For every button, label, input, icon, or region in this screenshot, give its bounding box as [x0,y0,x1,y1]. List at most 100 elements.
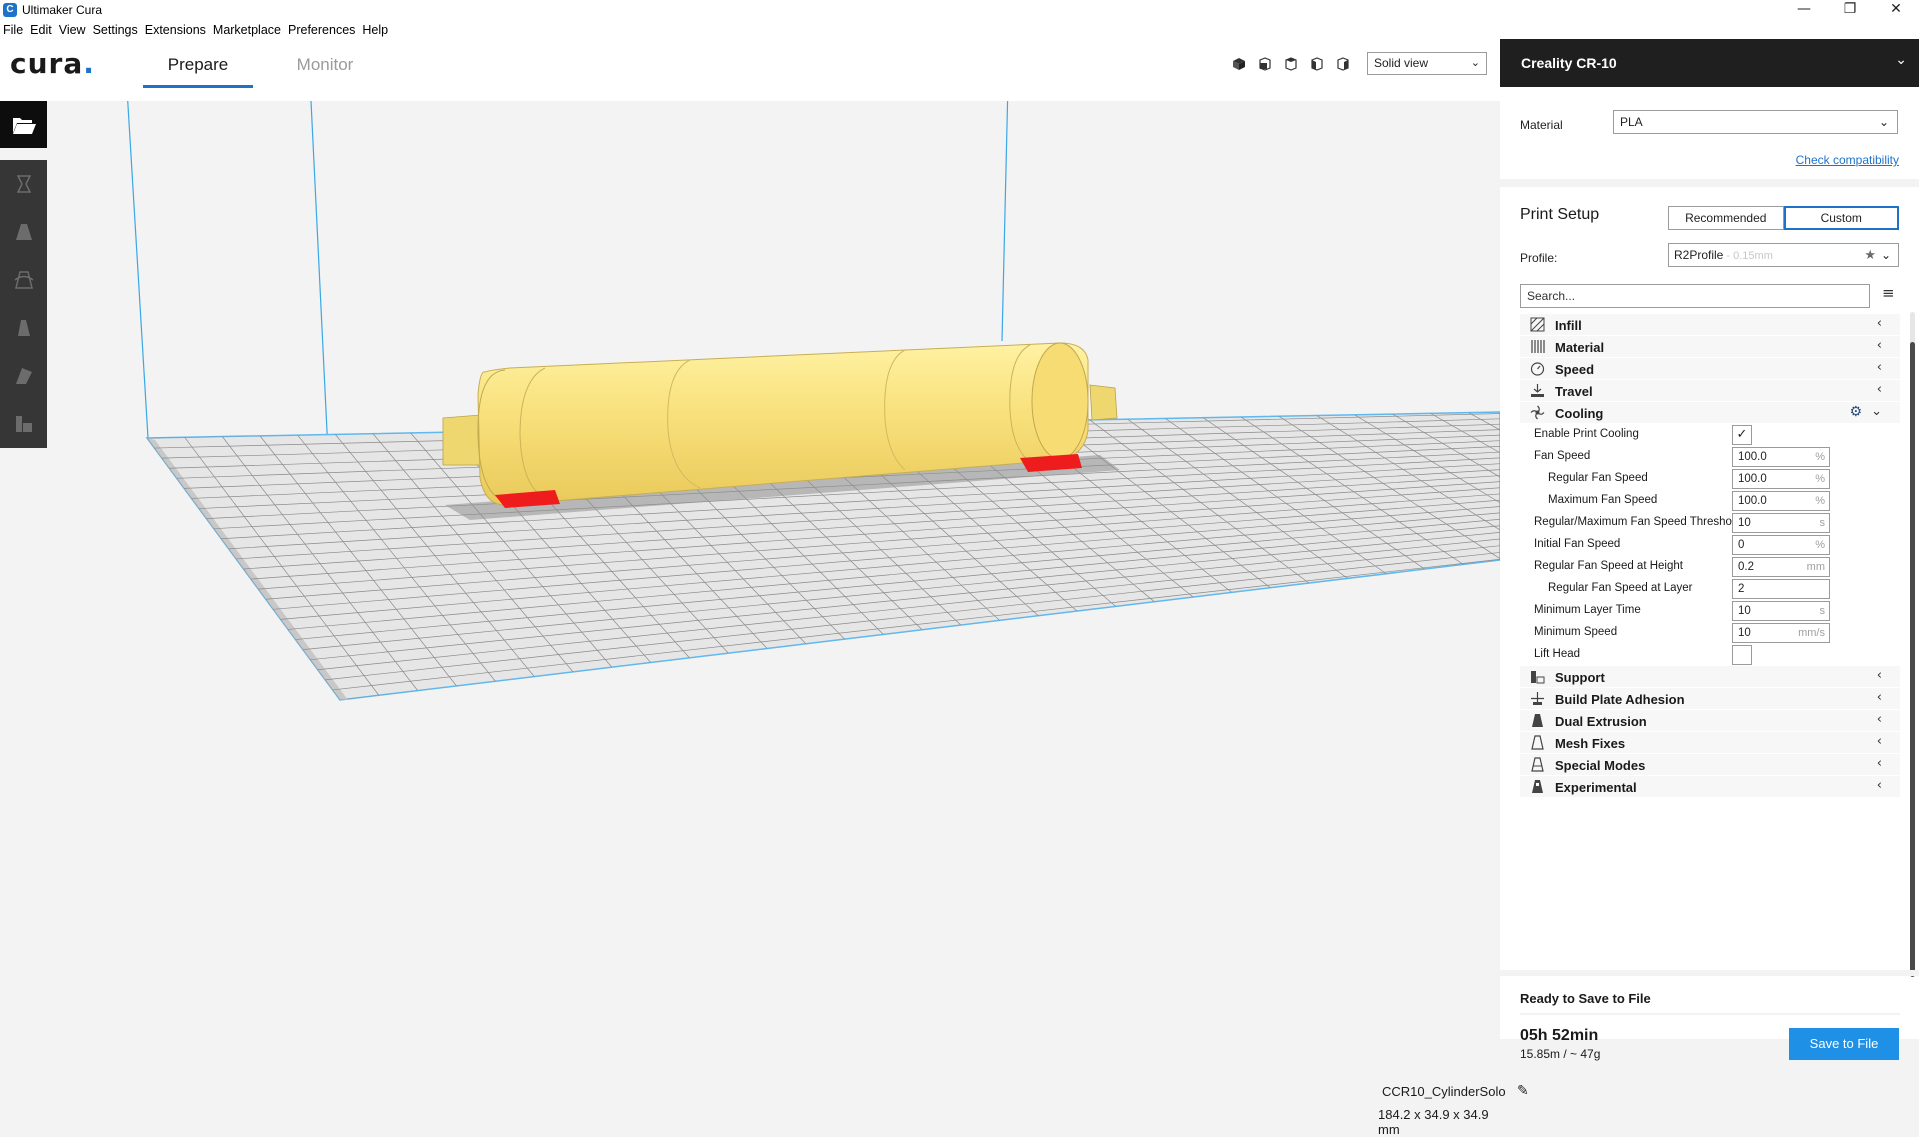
chevron-left-icon: ‹ [1877,668,1882,683]
setting-regular-maximum-fan-speed-threshold: Regular/Maximum Fan Speed Threshold10s [1520,512,1900,534]
category-material[interactable]: Material‹ [1520,336,1900,358]
view-mode-select[interactable]: Solid view⌄ [1367,52,1487,75]
translate-tool[interactable] [0,160,47,208]
category-special-modes[interactable]: Special Modes‹ [1520,754,1900,776]
model-dimensions: 184.2 x 34.9 x 34.9 mm [1378,1107,1500,1137]
setting-checkbox[interactable] [1732,645,1752,665]
print-settings-panel: Creality CR-10 ⌄ Material PLA⌄ Check com… [1500,39,1919,1039]
mirror-tool[interactable] [0,304,47,352]
setting-unit: % [1815,492,1825,510]
setting-value-input[interactable]: 10s [1732,513,1830,533]
category-build-plate-adhesion[interactable]: Build Plate Adhesion‹ [1520,688,1900,710]
open-file-button[interactable] [0,101,47,148]
setting-minimum-layer-time: Minimum Layer Time10s [1520,600,1900,622]
section-divider [1500,970,1919,976]
3d-view-icon[interactable] [1230,55,1248,73]
menu-help[interactable]: Help [359,23,392,37]
hamburger-menu-icon[interactable]: ≡ [1882,284,1895,302]
adhesion-icon [1530,691,1545,706]
setting-value-input[interactable]: 0.2mm [1732,557,1830,577]
build-volume-edge [1002,101,1009,341]
menu-file[interactable]: File [0,23,27,37]
cura-app-icon: C [3,3,17,17]
setup-mode-toggle: Recommended Custom [1668,206,1899,230]
rotate-icon [12,268,36,292]
setting-regular-fan-speed: Regular Fan Speed100.0% [1520,468,1900,490]
menu-marketplace[interactable]: Marketplace [210,23,285,37]
setting-label: Regular Fan Speed at Height [1534,560,1683,572]
category-label: Infill [1555,318,1582,333]
chevron-left-icon: ‹ [1877,778,1882,793]
scale-tool[interactable] [0,208,47,256]
minimize-button[interactable]: — [1781,0,1827,20]
category-experimental[interactable]: Experimental ‹ [1520,776,1900,798]
rotate-tool[interactable] [0,256,47,304]
gear-icon[interactable]: ⚙ [1849,404,1862,420]
setting-enable-print-cooling: Enable Print Cooling ✓ [1520,424,1900,446]
category-dual-extrusion[interactable]: Dual Extrusion‹ [1520,710,1900,732]
maximize-button[interactable]: ❐ [1827,0,1873,20]
folder-open-icon [11,114,37,136]
setting-label: Regular/Maximum Fan Speed Threshold [1534,516,1741,528]
category-travel[interactable]: Travel‹ [1520,380,1900,402]
category-mesh-fixes[interactable]: Mesh Fixes‹ [1520,732,1900,754]
custom-mode-button[interactable]: Custom [1784,206,1900,230]
close-button[interactable]: ✕ [1873,0,1919,20]
setting-label: Lift Head [1534,648,1580,660]
menu-preferences[interactable]: Preferences [285,23,359,37]
dual-extrusion-icon [1530,713,1545,728]
setting-value-input[interactable]: 10mm/s [1732,623,1830,643]
category-support[interactable]: Support‹ [1520,666,1900,688]
menu-edit[interactable]: Edit [27,23,56,37]
menu-view[interactable]: View [56,23,90,37]
support-icon [1530,669,1545,684]
setting-maximum-fan-speed: Maximum Fan Speed100.0% [1520,490,1900,512]
setting-checkbox[interactable]: ✓ [1732,425,1752,445]
profile-label: Profile: [1520,251,1557,265]
chevron-down-icon: ⌄ [1871,404,1882,419]
category-label: Experimental [1555,780,1637,795]
chevron-left-icon: ‹ [1877,756,1882,771]
menu-extensions[interactable]: Extensions [142,23,210,37]
check-compatibility-link[interactable]: Check compatibility [1796,153,1899,167]
setting-unit: mm/s [1798,624,1825,642]
chevron-down-icon: ⌄ [1879,111,1889,133]
setting-value-input[interactable]: 10s [1732,601,1830,621]
material-estimate: 15.85m / ~ 47g [1520,1047,1600,1061]
per-model-settings-tool[interactable] [0,352,47,400]
settings-search-input[interactable]: Search... [1520,284,1870,308]
profile-select[interactable]: R2Profile - 0.15mm ★ ⌄ [1668,243,1899,267]
category-cooling[interactable]: Cooling⚙⌄ [1520,402,1900,424]
setting-value-input[interactable]: 0% [1732,535,1830,555]
printer-selector[interactable]: Creality CR-10 ⌄ [1500,39,1919,87]
setting-value-input[interactable]: 100.0% [1732,491,1830,511]
print-setup-title: Print Setup [1520,206,1599,224]
setting-value-input[interactable]: 100.0% [1732,447,1830,467]
left-view-icon[interactable] [1308,55,1326,73]
support-blocker-tool[interactable] [0,400,47,448]
tab-prepare[interactable]: Prepare [143,55,253,75]
left-toolbar [0,101,47,448]
star-icon[interactable]: ★ [1864,244,1876,266]
setting-unit: s [1820,514,1826,532]
3d-viewport[interactable]: CCR10_CylinderSolo ✎ 184.2 x 34.9 x 34.9… [47,101,1500,1039]
setting-value-input[interactable]: 100.0% [1732,469,1830,489]
special-modes-icon [1530,757,1545,772]
infill-icon [1530,317,1545,332]
recommended-mode-button[interactable]: Recommended [1668,206,1784,230]
category-speed[interactable]: Speed‹ [1520,358,1900,380]
material-select[interactable]: PLA⌄ [1613,110,1898,134]
right-view-icon[interactable] [1334,55,1352,73]
chevron-left-icon: ‹ [1877,338,1882,353]
setting-label: Initial Fan Speed [1534,538,1620,550]
setting-value-input[interactable]: 2 [1732,579,1830,599]
category-infill[interactable]: Infill‹ [1520,314,1900,336]
menu-settings[interactable]: Settings [90,23,142,37]
front-view-icon[interactable] [1256,55,1274,73]
tab-monitor[interactable]: Monitor [290,55,360,75]
pencil-icon[interactable]: ✎ [1517,1083,1529,1099]
save-to-file-button[interactable]: Save to File [1789,1028,1899,1060]
setting-label: Enable Print Cooling [1534,428,1639,440]
top-view-icon[interactable] [1282,55,1300,73]
settings-scrollbar-thumb[interactable] [1910,342,1915,977]
